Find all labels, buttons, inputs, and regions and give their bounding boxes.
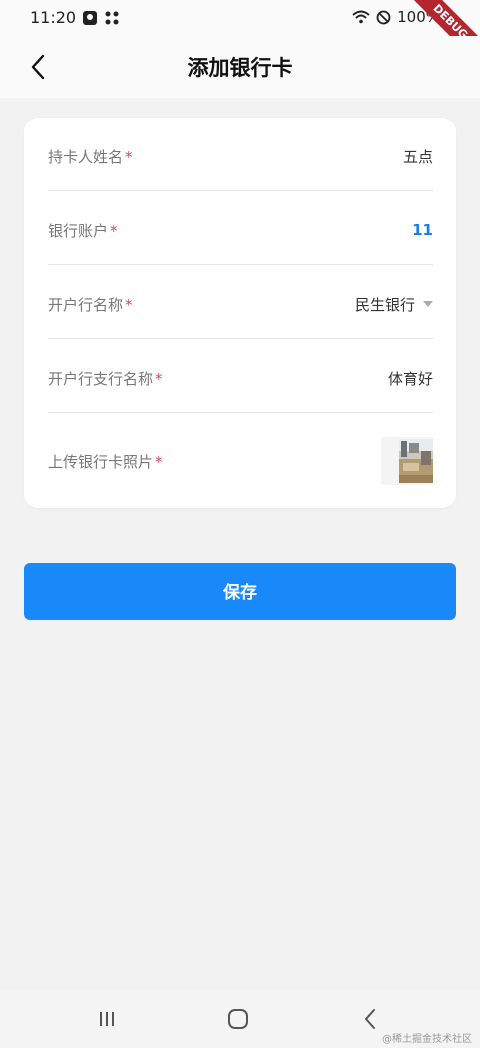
bank-account-input[interactable]: 11 — [412, 221, 433, 239]
required-mark: * — [125, 295, 133, 314]
bank-name-select[interactable]: 民生银行 — [355, 294, 433, 315]
wifi-icon — [352, 10, 370, 24]
recent-apps-button[interactable] — [87, 1002, 127, 1036]
bank-name-row[interactable]: 开户行名称 * 民生银行 — [48, 290, 433, 318]
home-icon — [228, 1009, 248, 1029]
recent-apps-icon — [100, 1012, 114, 1026]
divider — [48, 412, 433, 413]
required-mark: * — [155, 452, 163, 471]
upload-photo-label: 上传银行卡照片 * — [48, 452, 163, 471]
upload-photo-row: 上传银行卡照片 * — [48, 436, 433, 486]
location-icon — [83, 11, 97, 25]
bank-card-form: 持卡人姓名 * 五点 银行账户 * 11 开户行名称 * 民生银行 开户行支行名称 * … — [24, 118, 456, 508]
branch-name-input[interactable]: 体育好 — [388, 368, 433, 389]
page-title: 添加银行卡 — [187, 56, 293, 80]
watermark: @稀土掘金技术社区 — [382, 1034, 472, 1045]
branch-name-label: 开户行支行名称 * — [48, 369, 163, 388]
back-arrow-icon — [365, 1009, 375, 1029]
bank-account-row[interactable]: 银行账户 * 11 — [48, 216, 433, 244]
do-not-disturb-icon — [376, 10, 391, 24]
divider — [48, 264, 433, 265]
required-mark: * — [155, 369, 163, 388]
required-mark: * — [110, 221, 118, 240]
bank-name-value: 民生银行 — [354, 295, 415, 314]
bank-name-label: 开户行名称 * — [48, 295, 133, 314]
cardholder-name-row[interactable]: 持卡人姓名 * 五点 — [48, 142, 433, 170]
cardholder-name-label: 持卡人姓名 * — [48, 147, 133, 166]
app-bar: 添加银行卡 — [0, 36, 480, 98]
save-button[interactable]: 保存 — [24, 563, 456, 620]
dropdown-arrow-icon — [423, 301, 433, 307]
bank-account-label: 银行账户 * — [48, 221, 118, 240]
bank-card-photo-thumbnail[interactable] — [381, 437, 433, 485]
status-bar: 11:20 100% DEBUG — [0, 0, 480, 72]
home-button[interactable] — [218, 1002, 258, 1036]
required-mark: * — [125, 147, 133, 166]
status-notification-icons — [82, 10, 120, 26]
divider — [48, 338, 433, 339]
status-time: 11:20 — [30, 8, 77, 27]
divider — [48, 190, 433, 191]
apps-grid-icon — [105, 11, 119, 25]
photo-thumbnail-image — [381, 437, 433, 485]
cardholder-name-input[interactable]: 五点 — [403, 146, 433, 167]
branch-name-row[interactable]: 开户行支行名称 * 体育好 — [48, 364, 433, 392]
